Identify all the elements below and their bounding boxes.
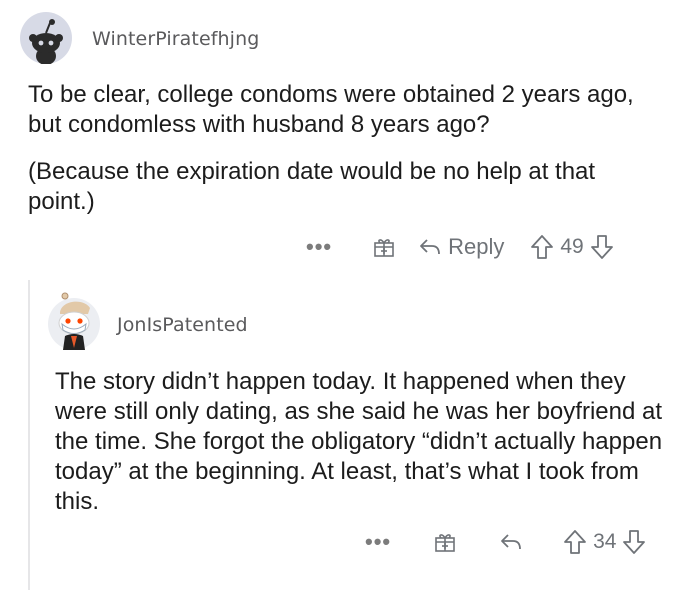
comment-body: To be clear, college condoms were obtain… xyxy=(28,80,668,217)
username[interactable]: JonIsPatented xyxy=(117,314,248,336)
downvote-arrow-icon[interactable] xyxy=(622,529,646,555)
comment-actions: ••• 34 xyxy=(365,525,646,559)
gift-icon xyxy=(435,534,455,552)
reply-label: Reply xyxy=(448,234,505,259)
more-options-button[interactable]: ••• xyxy=(306,234,332,260)
comment-body: The story didn’t happen today. It happen… xyxy=(55,367,680,517)
avatar[interactable] xyxy=(20,12,72,64)
thread-line[interactable] xyxy=(28,280,30,590)
vote-count: 34 xyxy=(593,530,617,553)
snoo-avatar-icon xyxy=(20,12,72,64)
avatar[interactable] xyxy=(48,290,100,352)
more-options-button[interactable]: ••• xyxy=(365,529,391,555)
reply-button[interactable] xyxy=(499,531,523,553)
downvote-arrow-icon[interactable] xyxy=(590,234,614,260)
comment-paragraph: (Because the expiration date would be no… xyxy=(28,158,596,215)
gift-icon xyxy=(374,239,394,257)
vote-count: 49 xyxy=(560,235,584,258)
reply-arrow-icon xyxy=(420,239,441,255)
vote-controls: 34 xyxy=(563,529,646,555)
comment-actions: ••• Reply 49 xyxy=(306,230,614,264)
upvote-arrow-icon[interactable] xyxy=(563,529,587,555)
reply-button[interactable]: Reply xyxy=(418,234,504,260)
comment-paragraph: The story didn’t happen today. It happen… xyxy=(55,368,663,515)
comment-paragraph: To be clear, college condoms were obtain… xyxy=(28,81,634,138)
award-button[interactable] xyxy=(433,530,457,554)
vote-controls: 49 xyxy=(530,234,613,260)
upvote-arrow-icon[interactable] xyxy=(530,234,554,260)
username[interactable]: WinterPiratefhjng xyxy=(92,28,259,50)
reply-arrow-icon xyxy=(501,534,522,550)
award-button[interactable] xyxy=(372,235,396,259)
snoo-avatar-icon xyxy=(48,292,100,350)
